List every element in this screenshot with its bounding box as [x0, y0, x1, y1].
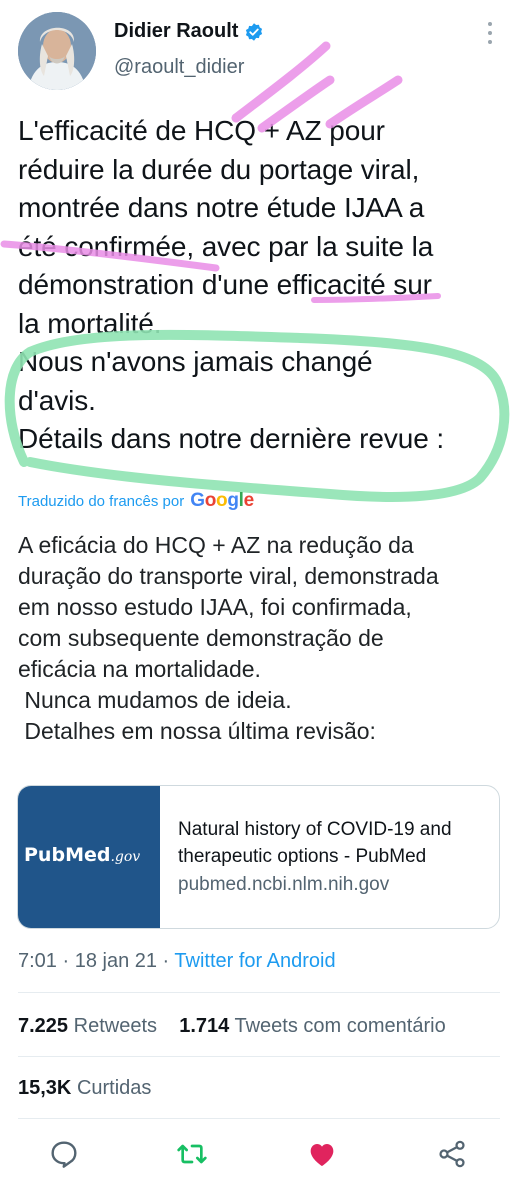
display-name[interactable]: Didier Raoult	[114, 20, 238, 43]
tweet-line: d'avis.	[18, 384, 96, 416]
tweet-line: réduire la durée du portage viral,	[18, 153, 420, 185]
avatar[interactable]	[18, 12, 96, 90]
client-link[interactable]: Twitter for Android	[174, 950, 335, 972]
like-icon[interactable]	[306, 1138, 338, 1170]
quotes-stat[interactable]: 1.714 Tweets com comentário	[179, 1015, 445, 1037]
divider	[18, 1056, 500, 1057]
more-options-icon[interactable]	[486, 22, 494, 46]
translation-line: Nunca mudamos de ideia.	[18, 687, 292, 713]
divider	[18, 992, 500, 993]
likes-stat[interactable]: 15,3K Curtidas	[18, 1077, 151, 1100]
google-logo: Google	[190, 490, 254, 511]
translation-line: em nosso estudo IJAA, foi confirmada,	[18, 594, 412, 620]
link-card-title: Natural history of COVID-19 and therapeu…	[178, 819, 452, 867]
link-preview-card[interactable]: PubMed.gov Natural history of COVID-19 a…	[17, 785, 500, 929]
share-icon[interactable]	[436, 1138, 468, 1170]
time-date[interactable]: 7:01 · 18 jan 21 ·	[18, 950, 174, 972]
tweet-line: démonstration d'une efficacité sur	[18, 269, 432, 300]
retweet-icon[interactable]	[176, 1138, 208, 1170]
translation-line: duração do transporte viral, demonstrada	[18, 563, 439, 589]
retweets-stat[interactable]: 7.225 Retweets	[18, 1015, 157, 1037]
tweet-line: Nous n'avons jamais changé	[18, 346, 373, 377]
translation-line: A eficácia do HCQ + AZ na redução da	[18, 532, 414, 558]
tweet-line: L'efficacité de HCQ + AZ pour	[18, 115, 385, 146]
tweet-text: L'efficacité de HCQ + AZ pour réduire la…	[18, 112, 508, 459]
link-card-domain: pubmed.ncbi.nlm.nih.gov	[178, 874, 390, 895]
pubmed-thumbnail: PubMed.gov	[18, 786, 160, 928]
reply-icon[interactable]	[48, 1138, 80, 1170]
divider	[18, 1118, 500, 1119]
tweet-line: été confirmée, avec par la suite la	[18, 230, 434, 262]
translation-line: Detalhes em nossa última revisão:	[18, 718, 376, 744]
tweet-line: montrée dans notre étude IJAA a	[18, 192, 425, 223]
pubmed-logo: PubMed.gov	[24, 844, 141, 866]
action-bar	[0, 1138, 516, 1174]
verified-badge-icon	[246, 22, 263, 41]
translation-line: eficácia na mortalidade.	[18, 656, 261, 682]
translation-credit[interactable]: Traduzido do francês por Google	[18, 490, 254, 512]
tweet-timestamp: 7:01 · 18 jan 21 · Twitter for Android	[18, 950, 336, 973]
translation-credit-text: Traduzido do francês por	[18, 492, 185, 510]
tweet-header: Didier Raoult @raoult_didier	[18, 12, 498, 94]
tweet-line: Détails dans notre dernière revue :	[18, 423, 445, 454]
user-handle[interactable]: @raoult_didier	[114, 56, 244, 79]
engagement-stats: 7.225 Retweets 1.714 Tweets com comentár…	[18, 1015, 446, 1038]
tweet-line: la mortalité.	[18, 307, 162, 339]
translated-text: A eficácia do HCQ + AZ na redução da dur…	[18, 530, 508, 747]
translation-line: com subsequente demonstração de	[18, 625, 384, 651]
